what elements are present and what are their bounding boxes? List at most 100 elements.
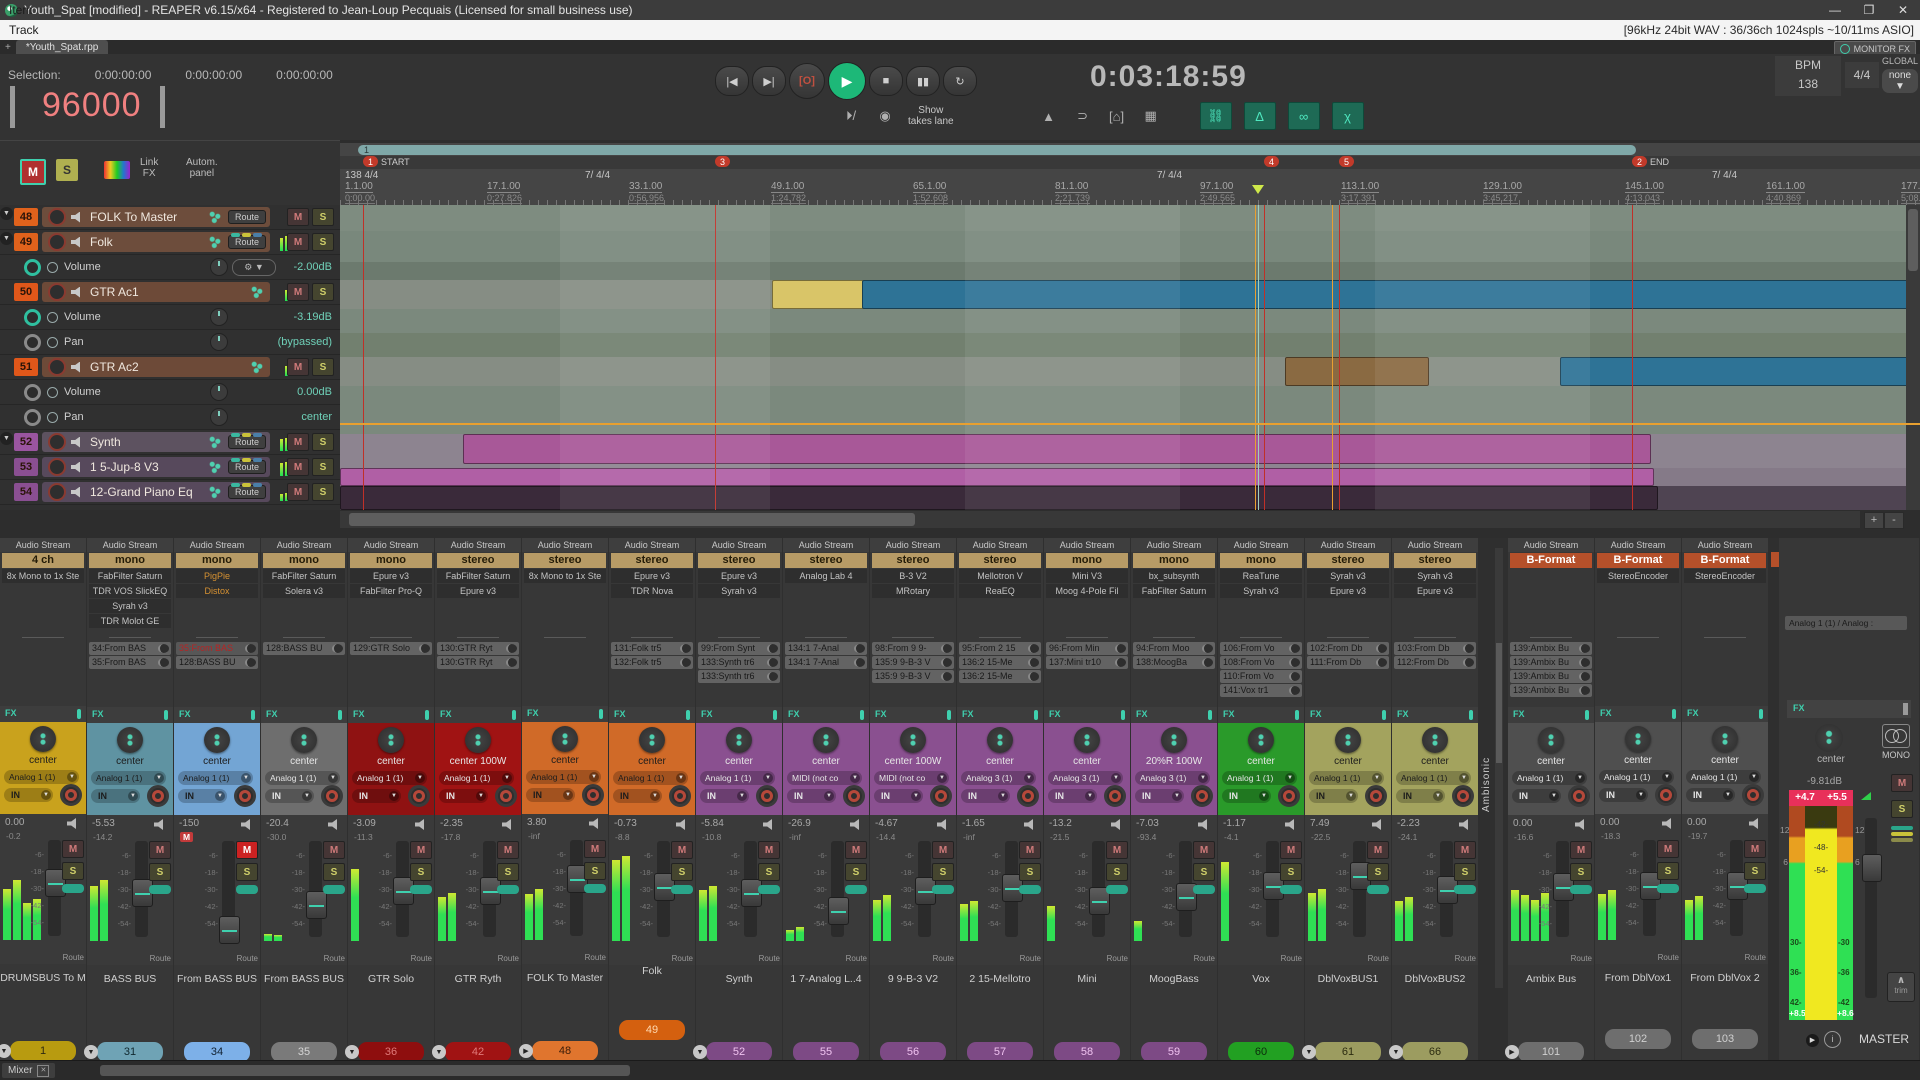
global-automation-box[interactable]: GLOBAL none ▼ — [1882, 56, 1918, 93]
input-selector[interactable]: Analog 1 (1) — [178, 771, 253, 785]
strip-number[interactable]: 48 — [532, 1041, 598, 1061]
solo-button[interactable]: S — [845, 863, 867, 881]
envelope-link-toggle[interactable]: χ — [1331, 102, 1364, 130]
envelope-power-icon[interactable] — [47, 411, 58, 423]
add-tab-button[interactable]: + — [0, 42, 16, 53]
strip-name[interactable]: GTR Ryth — [435, 965, 521, 1028]
fx-slot[interactable]: MRotary — [872, 584, 954, 598]
input-fx-button[interactable]: IN — [1396, 789, 1445, 803]
marker-1[interactable]: 1 START — [363, 156, 410, 167]
route-button[interactable]: Route — [227, 435, 266, 449]
selection-value-0[interactable]: 0:00:00:00 — [95, 68, 152, 82]
input-fx-button[interactable]: IN — [1222, 789, 1271, 803]
takes-play-icon[interactable]: ⏵/ — [840, 107, 862, 125]
receive-slot[interactable]: 141:Vox tr1 — [1220, 684, 1302, 697]
mute-button[interactable]: M — [1744, 840, 1766, 858]
pan-envelope-line[interactable] — [340, 423, 1920, 425]
track-row[interactable]: 53 1 5-Jup-8 V3 Route M S — [0, 455, 340, 480]
group-toggle[interactable]: ∆ — [1243, 102, 1276, 130]
fx-slot[interactable]: B-3 V2 — [872, 569, 954, 583]
record-arm-icon[interactable] — [48, 233, 66, 251]
track-row[interactable]: 50 GTR Ac1 M S — [0, 280, 340, 305]
record-arm-button[interactable] — [1191, 785, 1213, 807]
input-fx-button[interactable]: IN — [91, 789, 140, 803]
receive-slot[interactable]: 134:1 7-Anal — [785, 656, 867, 669]
envelope-knob[interactable] — [24, 308, 41, 326]
fx-slot[interactable]: ReaTune — [1220, 569, 1302, 583]
input-selector[interactable]: Analog 1 (1) — [1686, 770, 1761, 784]
strip-number[interactable]: 35 — [271, 1042, 337, 1062]
track-number[interactable]: 50 — [14, 283, 38, 301]
fx-slot[interactable]: Analog Lab 4 — [785, 569, 867, 583]
pan-knob[interactable] — [1422, 727, 1448, 753]
route-pill[interactable] — [1193, 885, 1215, 894]
channel-type-badge[interactable]: stereo — [959, 553, 1041, 568]
volume-value[interactable]: -2.35 — [440, 818, 463, 829]
pan-knob[interactable] — [813, 727, 839, 753]
input-selector[interactable]: Analog 3 (1) — [1048, 771, 1123, 785]
input-fx-button[interactable]: IN — [265, 789, 314, 803]
volume-value[interactable]: -7.03 — [1136, 818, 1159, 829]
fx-slot[interactable]: Epure v3 — [698, 569, 780, 583]
pan-knob[interactable] — [900, 727, 926, 753]
strip-name[interactable]: Mini — [1044, 965, 1130, 1028]
envelope-power-icon[interactable] — [47, 311, 58, 323]
ripple-edit-toggle[interactable]: ⛓ — [1199, 102, 1232, 130]
mute-button[interactable]: M — [287, 233, 309, 251]
receive-slot[interactable]: 130:GTR Ryt — [437, 656, 519, 669]
mute-button[interactable]: M — [410, 841, 432, 859]
receive-slot[interactable]: 139:Ambix Bu — [1510, 642, 1592, 655]
marker-2[interactable]: 2 END — [1632, 156, 1669, 167]
route-pill[interactable] — [1106, 885, 1128, 894]
record-arm-button[interactable] — [495, 785, 517, 807]
master-menu-button[interactable]: ▶ — [1806, 1034, 1819, 1047]
zoom-out-button[interactable]: - — [1884, 512, 1904, 529]
receive-slot[interactable]: 129:GTR Solo — [350, 642, 432, 655]
strip-number[interactable]: 49 — [619, 1020, 685, 1040]
fx-slot[interactable]: Syrah v3 — [698, 584, 780, 598]
fader-thumb[interactable] — [219, 915, 240, 944]
mute-button[interactable]: M — [1280, 841, 1302, 859]
record-arm-button[interactable] — [60, 784, 82, 806]
media-item[interactable] — [772, 280, 864, 309]
track-row[interactable]: Volume 0.00dB — [0, 380, 340, 405]
solo-button[interactable]: S — [497, 863, 519, 881]
fx-row[interactable]: FX — [348, 707, 434, 723]
autom-panel-label[interactable]: Autom. panel — [186, 157, 218, 179]
input-selector[interactable]: Analog 1 (1) — [91, 771, 166, 785]
input-fx-button[interactable]: IN — [961, 789, 1010, 803]
strip-name[interactable]: DblVoxBUS2 — [1392, 965, 1478, 1028]
route-pill[interactable] — [236, 885, 258, 894]
track-row[interactable]: ▼ 48 FOLK To Master Route M S — [0, 205, 340, 230]
channel-type-badge[interactable]: stereo — [785, 553, 867, 568]
docker-scrollbar[interactable] — [100, 1065, 630, 1076]
track-row[interactable]: ▼ 52 Synth Route M S — [0, 430, 340, 455]
selection-value-2[interactable]: 0:00:00:00 — [276, 68, 333, 82]
record-arm-icon[interactable] — [48, 283, 66, 301]
fader-thumb[interactable] — [306, 890, 327, 919]
route-pill[interactable] — [758, 885, 780, 894]
strip-name[interactable]: DRUMSBUS To M — [0, 964, 86, 1027]
volume-value[interactable]: -13.2 — [1049, 818, 1072, 829]
track-row[interactable]: 51 GTR Ac2 M S — [0, 355, 340, 380]
strip-number[interactable]: 56 — [880, 1042, 946, 1062]
trim-button[interactable]: ∧ trim — [1887, 972, 1915, 1002]
master-mute-btn[interactable]: M — [1891, 774, 1913, 792]
selection-value-1[interactable]: 0:00:00:00 — [185, 68, 242, 82]
fx-slot[interactable]: Mini V3 — [1046, 569, 1128, 583]
receive-slot[interactable]: 34:From BAS — [89, 642, 171, 655]
title-bar[interactable]: Youth_Spat [modified] - REAPER v6.15/x64… — [0, 0, 1920, 20]
input-selector[interactable]: Analog 1 (1) — [613, 771, 688, 785]
envelope-gear-button[interactable]: ⚙ ▼ — [232, 258, 276, 276]
pan-knob[interactable] — [204, 727, 230, 753]
channel-type-badge[interactable]: mono — [263, 553, 345, 568]
envelope-value-knob[interactable] — [210, 333, 228, 351]
pan-knob[interactable] — [30, 726, 56, 752]
volume-value[interactable]: 0.00 — [1687, 817, 1706, 828]
input-selector[interactable]: Analog 1 (1) — [700, 771, 775, 785]
track-row[interactable]: ▼ 49 Folk Route M S — [0, 230, 340, 255]
input-fx-button[interactable]: IN — [1309, 789, 1358, 803]
master-input-selector[interactable]: Analog 1 (1) / Analog : — [1785, 616, 1907, 630]
input-selector[interactable]: Analog 1 (1) — [352, 771, 427, 785]
fx-row[interactable]: FX — [783, 707, 869, 723]
